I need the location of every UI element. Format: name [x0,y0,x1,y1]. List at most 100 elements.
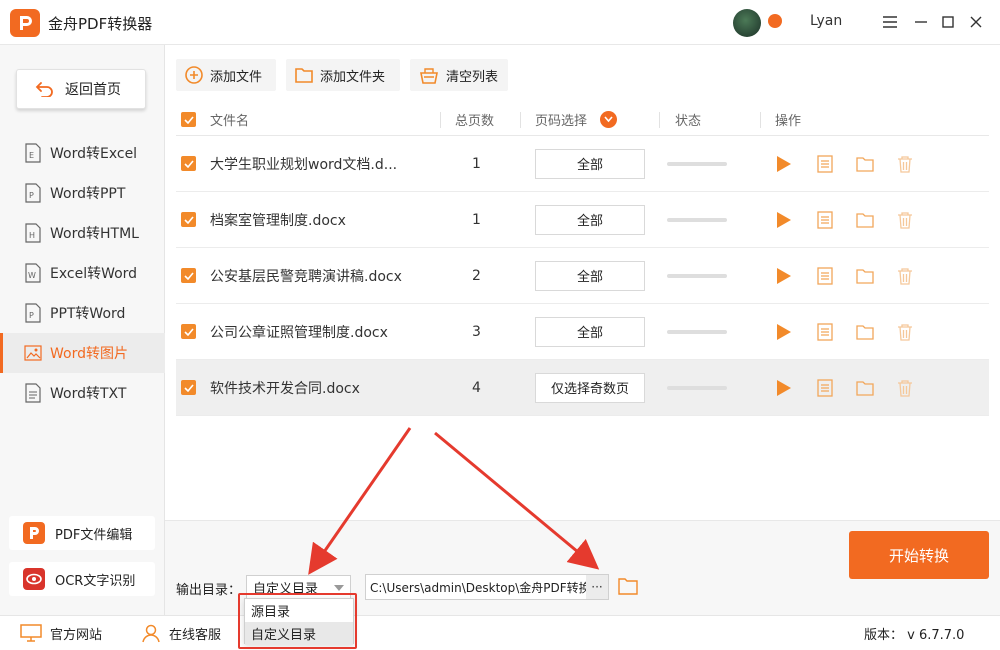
pdf-edit-button[interactable]: PDF文件编辑 [9,516,155,550]
ocr-button[interactable]: OCR文字识别 [9,562,155,596]
folder-open-icon[interactable] [855,210,875,230]
play-icon[interactable] [774,154,794,174]
play-icon[interactable] [774,210,794,230]
excel-doc-icon: E [25,143,41,163]
sidebar-item-excel-to-word[interactable]: W Excel转Word [0,253,165,293]
progress-bar [667,385,727,390]
sidebar-item-label: Word转PPT [50,186,126,202]
sidebar-item-label: PPT转Word [50,306,126,322]
footer: 官方网站 在线客服 版本： v 6.7.7.0 [0,615,1000,650]
row-checkbox[interactable] [181,360,196,415]
folder-open-icon[interactable] [855,378,875,398]
online-support-link[interactable]: 在线客服 [141,623,221,643]
table-row-selected[interactable]: 软件技术开发合同.docx 4 仅选择奇数页 [176,360,989,416]
open-folder-icon[interactable] [618,577,638,599]
row-checkbox[interactable] [181,304,196,359]
row-checkbox[interactable] [181,248,196,303]
header-status: 状态 [675,114,702,129]
page-range-button[interactable]: 全部 [535,260,645,291]
table-row[interactable]: 大学生职业规划word文档.d... 1 全部 [176,136,989,192]
table-row[interactable]: 公司公章证照管理制度.docx 3 全部 [176,304,989,360]
play-icon[interactable] [774,322,794,342]
browse-path-button[interactable]: ··· [586,575,608,599]
add-folder-label: 添加文件夹 [320,69,386,85]
menu-icon[interactable] [880,12,900,32]
select-all-checkbox[interactable] [181,104,196,135]
play-icon[interactable] [774,266,794,286]
table-row[interactable]: 档案室管理制度.docx 1 全部 [176,192,989,248]
page-range-button[interactable]: 仅选择奇数页 [535,372,645,403]
row-checkbox[interactable] [181,192,196,247]
maximize-icon[interactable] [938,12,958,32]
progress-bar [667,161,727,166]
page-count: 1 [472,211,481,228]
document-icon[interactable] [815,266,835,286]
minimize-icon[interactable] [911,12,931,32]
svg-text:P: P [29,311,34,320]
sidebar-item-label: Excel转Word [50,266,138,282]
sidebar-item-word-to-image[interactable]: Word转图片 [0,333,165,373]
header-filename: 文件名 [210,114,250,129]
header-pages: 总页数 [455,114,495,129]
play-icon[interactable] [774,378,794,398]
trash-icon[interactable] [895,266,915,286]
file-name: 公司公章证照管理制度.docx [210,324,388,341]
sidebar-item-word-to-txt[interactable]: Word转TXT [0,373,165,413]
add-folder-button[interactable]: 添加文件夹 [286,59,400,91]
ppt-doc-icon: P [25,183,41,203]
page-range-button[interactable]: 全部 [535,204,645,235]
sidebar-item-label: Word转图片 [50,346,128,362]
version-text: 版本： v 6.7.7.0 [864,628,965,643]
close-icon[interactable] [966,12,986,32]
page-count: 3 [472,323,481,340]
table-row[interactable]: 公安基层民警竞聘演讲稿.docx 2 全部 [176,248,989,304]
folder-open-icon[interactable] [855,154,875,174]
folder-open-icon[interactable] [855,322,875,342]
trash-icon[interactable] [895,378,915,398]
add-circle-icon [185,66,203,84]
sidebar-item-word-to-html[interactable]: H Word转HTML [0,213,165,253]
sidebar-item-label: Word转Excel [50,146,138,162]
broom-basket-icon [420,68,438,84]
page-select-dropdown-icon[interactable] [600,104,617,135]
sidebar-item-word-to-excel[interactable]: E Word转Excel [0,133,165,173]
add-file-button[interactable]: 添加文件 [176,59,276,91]
sidebar: 返回首页 E Word转Excel P Word转PPT H Word转HTML… [0,45,165,615]
sidebar-item-label: Word转HTML [50,226,139,242]
document-icon[interactable] [815,154,835,174]
user-name[interactable]: Lyan [810,13,842,29]
official-site-link[interactable]: 官方网站 [20,623,102,643]
ocr-label: OCR文字识别 [55,573,136,589]
chevron-down-icon [334,585,344,591]
official-site-label: 官方网站 [50,627,103,643]
page-count: 1 [472,155,481,172]
document-icon[interactable] [815,210,835,230]
document-icon[interactable] [815,378,835,398]
document-icon[interactable] [815,322,835,342]
online-support-label: 在线客服 [169,627,222,643]
folder-open-icon[interactable] [855,266,875,286]
output-path-field[interactable]: C:\Users\admin\Desktop\金舟PDF转换 [365,574,609,600]
pdf-edit-icon [23,522,45,544]
trash-icon[interactable] [895,322,915,342]
start-convert-button[interactable]: 开始转换 [849,531,989,579]
home-button[interactable]: 返回首页 [16,69,146,109]
add-file-label: 添加文件 [210,69,263,85]
clear-list-button[interactable]: 清空列表 [410,59,508,91]
trash-icon[interactable] [895,154,915,174]
user-avatar[interactable] [733,9,761,37]
sidebar-item-word-to-ppt[interactable]: P Word转PPT [0,173,165,213]
ppt-doc-icon: P [25,303,41,323]
html-doc-icon: H [25,223,41,243]
highlight-frame [238,593,357,649]
svg-text:H: H [29,231,35,240]
sidebar-item-ppt-to-word[interactable]: P PPT转Word [0,293,165,333]
page-range-button[interactable]: 全部 [535,148,645,179]
row-checkbox[interactable] [181,136,196,191]
pdf-edit-label: PDF文件编辑 [55,527,133,543]
progress-bar [667,329,727,334]
table-header: 文件名 总页数 页码选择 状态 操作 [176,104,989,136]
file-name: 档案室管理制度.docx [210,212,346,229]
trash-icon[interactable] [895,210,915,230]
page-range-button[interactable]: 全部 [535,316,645,347]
